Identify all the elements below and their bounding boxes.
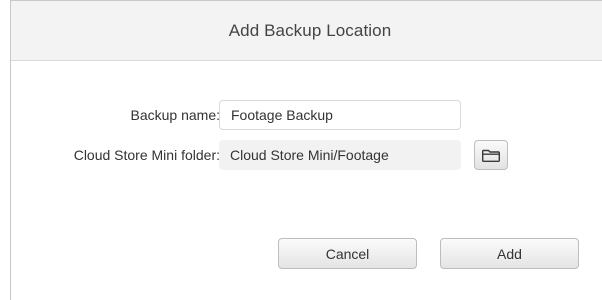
add-button[interactable]: Add — [440, 238, 579, 269]
dialog-title: Add Backup Location — [228, 20, 392, 40]
dialog-titlebar: Add Backup Location — [11, 0, 602, 61]
add-backup-location-dialog: Add Backup Location Backup name: Cloud S… — [10, 0, 602, 300]
browse-folder-button[interactable] — [474, 140, 508, 170]
cancel-button[interactable]: Cancel — [278, 238, 417, 269]
backup-name-label: Backup name: — [130, 107, 221, 123]
backup-name-input[interactable] — [219, 100, 461, 130]
folder-path-field: Cloud Store Mini/Footage — [219, 140, 461, 170]
folder-label: Cloud Store Mini folder: — [73, 147, 220, 163]
folder-icon — [481, 149, 500, 162]
